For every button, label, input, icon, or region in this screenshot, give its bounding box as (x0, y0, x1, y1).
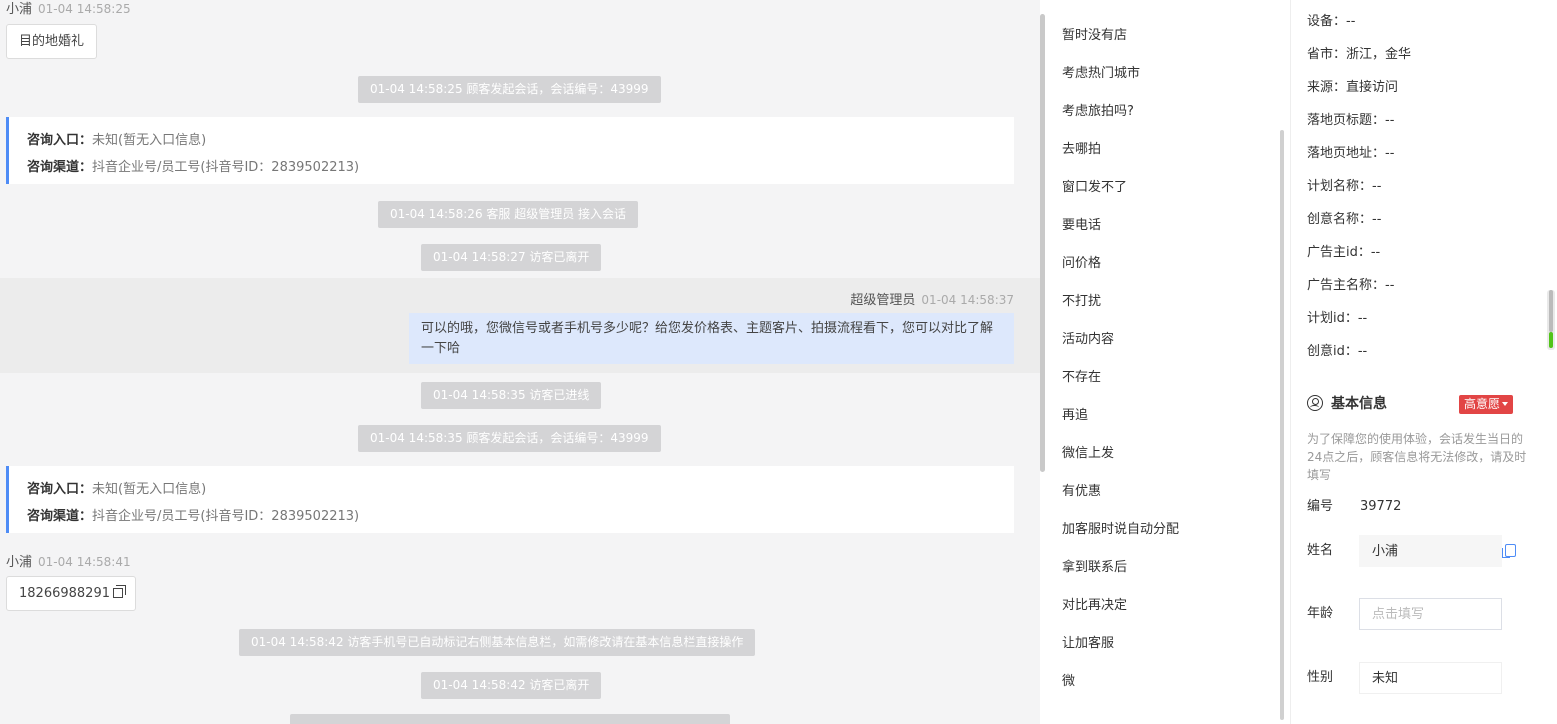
info-row-plan-id: 计划id：-- (1307, 311, 1368, 326)
info-scrollbar-thumb[interactable] (1549, 290, 1553, 332)
message-time: 01-04 14:58:25 (38, 2, 131, 16)
visitor-name: 小浦 (6, 555, 33, 570)
system-message: 01-04 14:58:26 客服 超级管理员 接入会话 (378, 201, 639, 228)
chat-scrollbar[interactable] (1040, 14, 1045, 472)
quick-reply-item[interactable]: 微 (1062, 670, 1075, 694)
age-label: 年龄 (1307, 606, 1334, 621)
consult-info-card: 咨询入口：未知(暂无入口信息) 咨询渠道：抖音企业号/员工号(抖音号ID：283… (6, 466, 1014, 533)
entry-label: 咨询入口： (27, 133, 93, 148)
copy-icon[interactable] (1502, 544, 1516, 558)
channel-value: 抖音企业号/员工号(抖音号ID：2839502213) (92, 509, 360, 524)
system-message: 01-04 14:58:27 访客已离开 (421, 244, 602, 271)
user-circle-icon (1307, 395, 1323, 411)
channel-label: 咨询渠道： (27, 509, 93, 524)
chat-panel: 小浦 01-04 14:58:25 目的地婚礼 01-04 14:58:25 顾客… (0, 0, 1040, 724)
customer-info-panel: 设备：-- 省市：浙江，金华 来源：直接访问 落地页标题：-- 落地页地址：--… (1290, 0, 1557, 724)
quick-reply-panel: 暂时没有店 考虑热门城市 考虑旅拍吗? 去哪拍 窗口发不了 要电话 问价格 不打… (1046, 0, 1284, 724)
copy-icon[interactable] (112, 585, 126, 598)
id-label: 编号 (1307, 499, 1334, 514)
agent-name: 超级管理员 (850, 293, 916, 308)
entry-label: 咨询入口： (27, 482, 93, 497)
info-row-advertiser-id: 广告主id：-- (1307, 245, 1381, 260)
system-message: 01-04 14:58:25 顾客发起会话，会话编号：43999 (358, 76, 661, 103)
info-row-landing-title: 落地页标题：-- (1307, 113, 1395, 128)
info-row-plan-name: 计划名称：-- (1307, 179, 1382, 194)
section-title-text: 基本信息 (1331, 396, 1387, 412)
phone-number: 18266988291 (19, 586, 110, 601)
agent-name-line: 超级管理员 01-04 14:58:37 (850, 289, 1014, 308)
quick-reply-item[interactable]: 加客服时说自动分配 (1062, 518, 1179, 542)
channel-value: 抖音企业号/员工号(抖音号ID：2839502213) (92, 160, 360, 175)
info-row-landing-url: 落地页地址：-- (1307, 146, 1395, 161)
system-message: 01-04 14:58:35 顾客发起会话，会话编号：43999 (358, 425, 661, 452)
agent-message-row: 超级管理员 01-04 14:58:37 可以的哦，您微信号或者手机号多少呢？给您… (0, 278, 1040, 373)
quick-reply-item[interactable]: 要电话 (1062, 214, 1101, 238)
info-scrollbar-indicator (1549, 332, 1553, 348)
quick-reply-item[interactable]: 问价格 (1062, 252, 1101, 276)
intent-badge-label: 高意愿 (1464, 397, 1501, 411)
visitor-message: 目的地婚礼 (6, 24, 98, 59)
channel-label: 咨询渠道： (27, 160, 93, 175)
system-message-partial (290, 714, 730, 724)
quick-reply-item[interactable]: 不打扰 (1062, 290, 1101, 314)
quick-reply-item[interactable]: 拿到联系后 (1062, 556, 1127, 580)
system-message: 01-04 14:58:42 访客已离开 (421, 672, 602, 699)
quick-reply-item[interactable]: 再追 (1062, 404, 1088, 428)
quick-reply-item[interactable]: 考虑热门城市 (1062, 62, 1140, 86)
age-input[interactable]: 点击填写 (1359, 598, 1502, 630)
consult-info-card: 咨询入口：未知(暂无入口信息) 咨询渠道：抖音企业号/员工号(抖音号ID：283… (6, 117, 1014, 184)
message-time: 01-04 14:58:37 (921, 293, 1014, 307)
quick-reply-item[interactable]: 窗口发不了 (1062, 176, 1127, 200)
quick-reply-item[interactable]: 不存在 (1062, 366, 1101, 390)
quick-reply-item[interactable]: 暂时没有店 (1062, 24, 1127, 48)
gender-label: 性别 (1307, 670, 1334, 685)
entry-value: 未知(暂无入口信息) (92, 482, 207, 497)
quick-reply-item[interactable]: 考虑旅拍吗? (1062, 100, 1134, 124)
name-field[interactable]: 小浦 (1359, 535, 1502, 567)
info-row-source: 来源：直接访问 (1307, 80, 1399, 95)
visitor-name-line: 小浦 01-04 14:58:41 (6, 551, 131, 570)
quick-reply-item[interactable]: 对比再决定 (1062, 594, 1127, 618)
quick-reply-scrollbar[interactable] (1280, 130, 1284, 720)
system-message: 01-04 14:58:35 访客已进线 (421, 382, 602, 409)
info-row-creative-id: 创意id：-- (1307, 344, 1368, 359)
gender-select[interactable]: 未知 (1359, 662, 1502, 694)
quick-reply-item[interactable]: 有优惠 (1062, 480, 1101, 504)
system-message: 01-04 14:58:42 访客手机号已自动标记右侧基本信息栏，如需修改请在基… (239, 629, 756, 656)
entry-value: 未知(暂无入口信息) (92, 133, 207, 148)
intent-badge[interactable]: 高意愿 (1459, 395, 1514, 414)
caret-down-icon (1502, 402, 1509, 406)
info-row-device: 设备：-- (1307, 14, 1356, 29)
visitor-name-line: 小浦 01-04 14:58:25 (6, 0, 131, 17)
visitor-name: 小浦 (6, 2, 33, 17)
visitor-message: 18266988291 (6, 576, 136, 611)
info-row-creative-name: 创意名称：-- (1307, 212, 1382, 227)
basic-info-title: 基本信息 (1307, 394, 1387, 414)
quick-reply-item[interactable]: 活动内容 (1062, 328, 1114, 352)
edit-notice: 为了保障您的使用体验，会话发生当日的24点之后，顾客信息将无法修改，请及时填写 (1307, 432, 1527, 482)
id-value: 39772 (1360, 499, 1402, 514)
info-row-advertiser-name: 广告主名称：-- (1307, 278, 1395, 293)
info-row-region: 省市：浙江，金华 (1307, 47, 1412, 62)
message-time: 01-04 14:58:41 (38, 555, 131, 569)
agent-message: 可以的哦，您微信号或者手机号多少呢？给您发价格表、主题客片、拍摄流程看下，您可以… (409, 313, 1014, 364)
quick-reply-item[interactable]: 微信上发 (1062, 442, 1114, 466)
quick-reply-item[interactable]: 去哪拍 (1062, 138, 1101, 162)
name-label: 姓名 (1307, 543, 1334, 558)
quick-reply-item[interactable]: 让加客服 (1062, 632, 1114, 656)
